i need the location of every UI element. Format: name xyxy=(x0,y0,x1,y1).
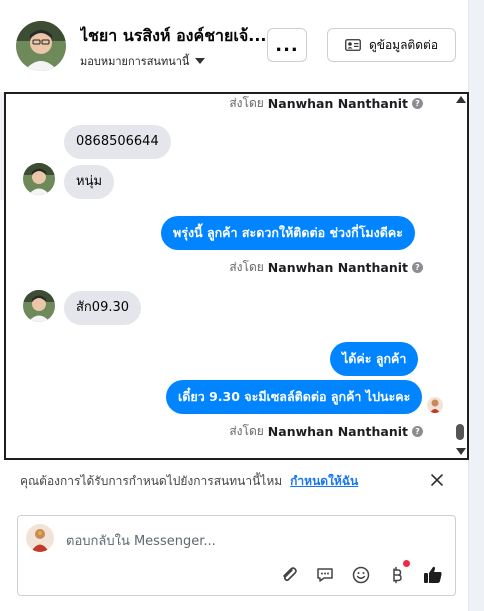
contact-avatar[interactable] xyxy=(16,21,66,71)
more-button[interactable]: ... xyxy=(267,28,307,62)
contact-card-icon xyxy=(345,39,361,51)
sent-by-agent: Nanwhan Nanthanit xyxy=(267,96,408,111)
sent-by-line: ส่งโดย Nanwhan Nanthanit ? xyxy=(229,94,423,113)
sent-by-agent: Nanwhan Nanthanit xyxy=(267,424,408,439)
conversation-panel: ไชยา นรสิงห์ องค์ชายเจ้... มอบหมายการสนท… xyxy=(0,0,484,611)
assign-prompt: คุณต้องการได้รับการกำหนดไปยังการสนทนานี้… xyxy=(20,470,450,492)
assign-prompt-text: คุณต้องการได้รับการกำหนดไปยังการสนทนานี้… xyxy=(20,473,283,488)
baht-icon xyxy=(393,566,402,584)
more-icon: ... xyxy=(275,34,299,56)
contact-avatar-small xyxy=(23,290,55,322)
scroll-up-arrow-icon[interactable] xyxy=(456,96,466,103)
message-bubble-outgoing[interactable]: พรุ่งนี้ ลูกค้า สะดวกให้ติดต่อ ช่วงกี่โม… xyxy=(161,216,415,250)
seen-avatar xyxy=(427,397,443,413)
reply-input[interactable]: ตอบกลับใน Messenger... xyxy=(66,530,216,551)
sent-by-prefix: ส่งโดย xyxy=(229,96,264,110)
emoji-icon xyxy=(352,566,370,584)
info-icon[interactable]: ? xyxy=(412,98,423,109)
reply-composer[interactable]: ตอบกลับใน Messenger... xyxy=(17,515,456,596)
scroll-thumb[interactable] xyxy=(456,424,464,440)
view-contact-label: ดูข้อมูลติดต่อ xyxy=(368,37,439,52)
notification-dot xyxy=(403,560,410,567)
sent-by-line: ส่งโดย Nanwhan Nanthanit ? xyxy=(229,258,423,277)
contact-name[interactable]: ไชยา นรสิงห์ องค์ชายเจ้... xyxy=(80,24,270,49)
sent-by-line: ส่งโดย Nanwhan Nanthanit ? xyxy=(229,422,423,441)
message-bubble[interactable]: หนุ่ม xyxy=(64,165,115,199)
assign-label: มอบหมายการสนทนานี้ xyxy=(80,55,190,68)
info-icon[interactable]: ? xyxy=(412,426,423,437)
sent-by-prefix: ส่งโดย xyxy=(229,424,264,438)
my-avatar xyxy=(26,524,54,552)
like-button[interactable] xyxy=(422,564,444,586)
right-edge-strip xyxy=(468,0,484,611)
attach-button[interactable] xyxy=(278,564,300,586)
message-bubble[interactable]: สัก09.30 xyxy=(64,291,142,325)
view-contact-button[interactable]: ดูข้อมูลติดต่อ xyxy=(327,28,456,62)
message-thread[interactable]: ส่งโดย Nanwhan Nanthanit ? 0868506644 หน… xyxy=(4,92,469,460)
sent-by-agent: Nanwhan Nanthanit xyxy=(267,260,408,275)
scroll-down-arrow-icon[interactable] xyxy=(456,448,466,455)
caret-down-icon xyxy=(195,58,206,64)
payment-button[interactable] xyxy=(386,564,408,586)
attach-icon xyxy=(283,567,297,582)
message-bubble-outgoing[interactable]: เดี๋ยว 9.30 จะมีเซลล์ติดต่อ ลูกค้า ไปนะค… xyxy=(166,380,423,414)
sent-by-prefix: ส่งโดย xyxy=(229,260,264,274)
emoji-button[interactable] xyxy=(350,564,372,586)
assign-dropdown[interactable]: มอบหมายการสนทนานี้ xyxy=(80,52,206,70)
contact-avatar-small xyxy=(23,163,55,195)
chat-bubble-icon xyxy=(317,568,333,582)
conversation-header: ไชยา นรสิงห์ องค์ชายเจ้... มอบหมายการสนท… xyxy=(0,0,468,92)
close-icon[interactable] xyxy=(428,471,446,489)
info-icon[interactable]: ? xyxy=(412,262,423,273)
saved-replies-button[interactable] xyxy=(314,564,336,586)
message-bubble-outgoing[interactable]: ได้ค่ะ ลูกค้า xyxy=(330,342,419,376)
message-bubble[interactable]: 0868506644 xyxy=(64,125,171,159)
thread-scrollbar[interactable] xyxy=(455,94,466,458)
assign-to-me-link[interactable]: กำหนดให้ฉัน xyxy=(290,472,358,491)
thumbs-up-icon xyxy=(424,566,442,583)
